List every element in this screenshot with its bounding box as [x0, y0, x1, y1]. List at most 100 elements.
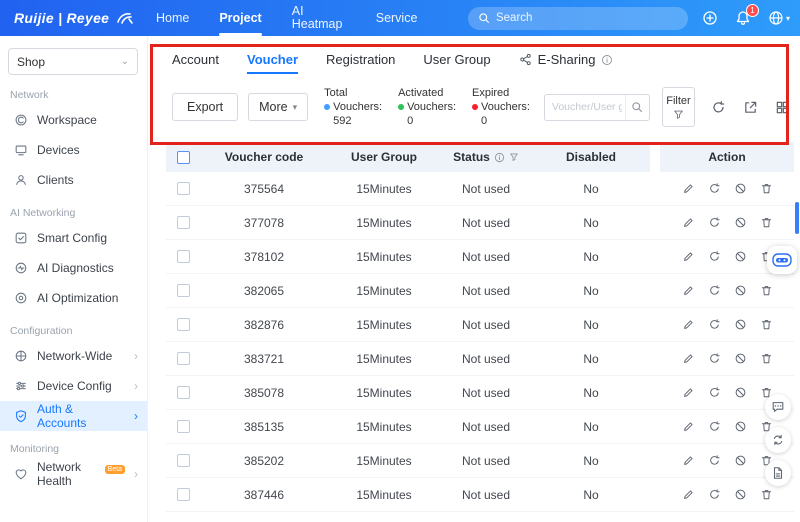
select-all-checkbox[interactable] [176, 150, 190, 164]
edit-icon[interactable] [682, 250, 695, 263]
export-button[interactable]: Export [172, 93, 239, 121]
edit-icon[interactable] [682, 182, 695, 195]
feedback-chat-button[interactable] [765, 394, 791, 420]
grid-view-icon[interactable] [775, 100, 790, 115]
topbar-search[interactable] [467, 6, 688, 30]
row-checkbox[interactable] [176, 216, 190, 229]
export-share-icon[interactable] [743, 100, 758, 115]
sidebar-item-ai-optimization[interactable]: AI Optimization [0, 283, 147, 313]
chevron-right-icon: › [134, 379, 138, 393]
edit-icon[interactable] [682, 284, 695, 297]
ban-icon[interactable] [734, 420, 747, 433]
delete-icon[interactable] [760, 284, 773, 297]
delete-icon[interactable] [760, 318, 773, 331]
delete-icon[interactable] [760, 352, 773, 365]
topbar-search-input[interactable] [495, 12, 664, 24]
edit-icon[interactable] [682, 420, 695, 433]
edit-icon[interactable] [682, 488, 695, 501]
scrollbar-thumb[interactable] [795, 202, 799, 234]
row-checkbox[interactable] [176, 420, 190, 433]
tab-user-group[interactable]: User Group [423, 52, 490, 74]
sidebar-item-label: Clients [37, 173, 74, 187]
brand-logo[interactable]: Ruijie | Reyee [14, 10, 150, 26]
column-filter-icon[interactable] [509, 152, 519, 162]
sidebar-item-workspace[interactable]: Workspace [0, 105, 147, 135]
col-user-group: User Group [328, 142, 440, 172]
delete-icon[interactable] [760, 182, 773, 195]
edit-icon[interactable] [682, 352, 695, 365]
sidebar-item-devices[interactable]: Devices [0, 135, 147, 165]
ban-icon[interactable] [734, 352, 747, 365]
ban-icon[interactable] [734, 488, 747, 501]
edit-icon[interactable] [682, 386, 695, 399]
action-cell [660, 182, 794, 195]
notifications-button[interactable]: 1 [735, 4, 759, 26]
row-select-cell [166, 352, 200, 365]
sidebar-item-auth-accounts[interactable]: Auth & Accounts › [0, 401, 147, 431]
ban-icon[interactable] [734, 182, 747, 195]
sidebar-item-device-config[interactable]: Device Config › [0, 371, 147, 401]
tab-voucher[interactable]: Voucher [246, 52, 299, 74]
voucher-search-input[interactable] [544, 101, 625, 113]
sidebar-item-ai-diagnostics[interactable]: AI Diagnostics [0, 253, 147, 283]
table-row: 378102 15Minutes Not used No [166, 240, 794, 274]
row-checkbox[interactable] [176, 250, 190, 263]
stat-top: Activated [398, 87, 444, 99]
voucher-search[interactable] [543, 93, 650, 121]
search-button[interactable] [624, 94, 649, 120]
ban-icon[interactable] [734, 454, 747, 467]
ban-icon[interactable] [734, 284, 747, 297]
site-selector[interactable]: Shop ⌄ [8, 48, 138, 75]
delete-icon[interactable] [760, 488, 773, 501]
ban-icon[interactable] [734, 216, 747, 229]
renew-icon[interactable] [708, 216, 721, 229]
row-select-cell [166, 182, 200, 195]
document-button[interactable] [765, 460, 791, 486]
ban-icon[interactable] [734, 318, 747, 331]
row-checkbox[interactable] [176, 318, 190, 331]
language-button[interactable]: ▾ [768, 10, 790, 26]
renew-icon[interactable] [708, 488, 721, 501]
nav-service[interactable]: Service [376, 0, 418, 36]
sync-button[interactable] [765, 427, 791, 453]
row-checkbox[interactable] [176, 182, 190, 195]
renew-icon[interactable] [708, 284, 721, 297]
delete-icon[interactable] [760, 216, 773, 229]
edit-icon[interactable] [682, 318, 695, 331]
ai-assistant-button[interactable] [767, 246, 797, 274]
tab-registration[interactable]: Registration [326, 52, 395, 74]
refresh-icon[interactable] [711, 100, 726, 115]
renew-icon[interactable] [708, 454, 721, 467]
info-icon[interactable] [494, 152, 505, 163]
renew-icon[interactable] [708, 250, 721, 263]
share-icon [519, 53, 531, 66]
sidebar-item-network-health[interactable]: Network Health Beta › [0, 459, 147, 489]
row-checkbox[interactable] [176, 454, 190, 467]
ban-icon[interactable] [734, 386, 747, 399]
nav-home[interactable]: Home [156, 0, 189, 36]
section-title-network: Network [10, 89, 49, 101]
edit-icon[interactable] [682, 454, 695, 467]
status-cell: Not used [461, 283, 511, 298]
renew-icon[interactable] [708, 352, 721, 365]
sidebar-item-network-wide[interactable]: Network-Wide › [0, 341, 147, 371]
tab-account[interactable]: Account [172, 52, 219, 74]
nav-project[interactable]: Project [219, 0, 263, 36]
row-checkbox[interactable] [176, 284, 190, 297]
edit-icon[interactable] [682, 216, 695, 229]
renew-icon[interactable] [708, 386, 721, 399]
sidebar-item-smart-config[interactable]: Smart Config [0, 223, 147, 253]
renew-icon[interactable] [708, 318, 721, 331]
renew-icon[interactable] [708, 420, 721, 433]
row-checkbox[interactable] [176, 386, 190, 399]
renew-icon[interactable] [708, 182, 721, 195]
add-project-button[interactable] [702, 10, 718, 26]
ban-icon[interactable] [734, 250, 747, 263]
more-button[interactable]: More ▾ [248, 93, 309, 121]
row-checkbox[interactable] [176, 488, 190, 501]
sidebar-item-clients[interactable]: Clients [0, 165, 147, 195]
tab-e-sharing[interactable]: E-Sharing [519, 52, 614, 74]
filter-button[interactable]: Filter [661, 87, 695, 127]
nav-ai-heatmap[interactable]: AI Heatmap [292, 0, 346, 36]
row-checkbox[interactable] [176, 352, 190, 365]
